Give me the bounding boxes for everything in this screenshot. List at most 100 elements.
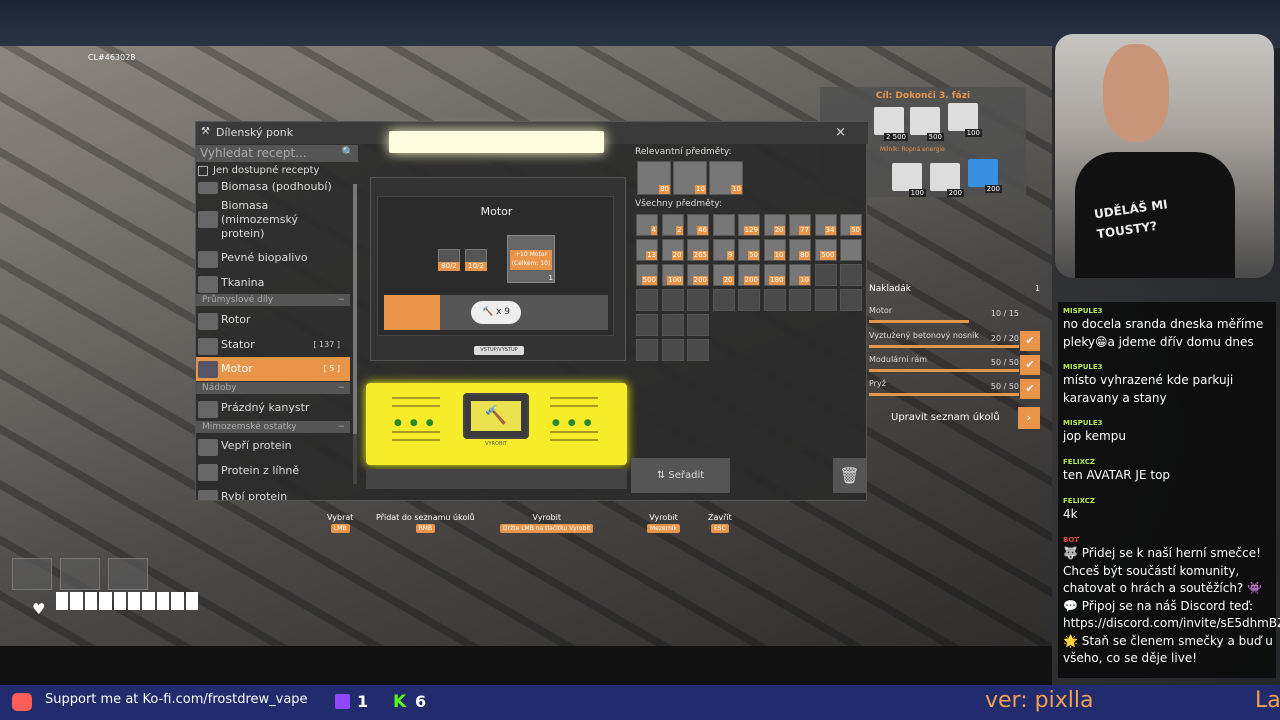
chat-message: FELIXCZ 4k [1063, 497, 1095, 521]
quantity-display: 🔨 x 9 [471, 301, 521, 324]
recipe-item[interactable]: Biomasa (podhoubí) [196, 180, 350, 196]
inventory-slot[interactable]: 100 [661, 264, 684, 286]
inventory-slot[interactable] [636, 339, 658, 361]
close-button[interactable]: × [835, 125, 846, 140]
task-item[interactable]: Modulární rám 50 / 50 [869, 355, 1019, 375]
recipe-item-stator[interactable]: Stator[ 137 ] [196, 334, 350, 356]
relevant-item-slot[interactable]: 10 [673, 161, 707, 195]
inventory-slot[interactable] [687, 289, 709, 311]
ingredient-slot[interactable]: 80/2 [438, 249, 460, 271]
hotbar-slot[interactable] [60, 558, 100, 590]
inventory-slot[interactable]: 13 [636, 239, 658, 261]
recipe-item[interactable]: Tkanina [196, 272, 350, 294]
inventory-slot[interactable]: 50 [738, 239, 760, 261]
inventory-slot[interactable]: 46 [687, 214, 709, 236]
relevant-item-slot[interactable]: 10 [709, 161, 743, 195]
kick-viewer-count: 6 [415, 692, 427, 711]
recipe-item[interactable]: Prázdný kanystr [196, 397, 350, 419]
search-icon[interactable]: 🔍 [342, 147, 354, 158]
inventory-slot[interactable] [661, 289, 684, 311]
ingredient-slot[interactable]: 10/2 [465, 249, 487, 271]
relevant-item-slot[interactable]: 80 [637, 161, 671, 195]
inventory-slot[interactable] [661, 339, 684, 361]
category-containers[interactable]: Nádoby − [196, 382, 350, 394]
trash-icon[interactable]: 🗑 [833, 458, 866, 493]
category-industrial[interactable]: Průmyslové díly − [196, 294, 350, 306]
inventory-slot[interactable] [814, 264, 837, 286]
task-item[interactable]: Pryž 50 / 50 [869, 379, 1019, 399]
hotbar-slot[interactable] [12, 558, 52, 590]
category-alien[interactable]: Mimozemské ostatky − [196, 421, 350, 433]
inventory-slot[interactable] [840, 289, 862, 311]
recipe-item[interactable]: Vepří protein [196, 435, 350, 457]
hotbar-slot[interactable] [108, 558, 148, 590]
output-slot[interactable]: +10 Motor (Celkem: 10) 1 [507, 235, 555, 283]
inventory-slot[interactable]: 10 [789, 264, 811, 286]
inventory-slot[interactable] [712, 214, 735, 236]
inventory-slot[interactable]: 2 [661, 214, 684, 236]
sort-button[interactable]: ⇅ Seřadit [631, 458, 730, 493]
inventory-slot[interactable] [661, 314, 684, 336]
inventory-slot[interactable]: 200 [738, 264, 760, 286]
inventory-slot[interactable] [840, 239, 862, 261]
inventory-slot[interactable]: 77 [789, 214, 811, 236]
inventory-slot[interactable] [712, 289, 735, 311]
goal-item: 100 [892, 163, 926, 197]
available-only-filter[interactable]: Jen dostupné recepty [196, 164, 358, 178]
goal-item: 200 [930, 163, 964, 197]
craft-button[interactable]: 🔨 [463, 393, 529, 439]
recipe-item[interactable]: Pevné biopalivo [196, 247, 350, 269]
inventory-slot[interactable]: 500 [814, 239, 837, 261]
inventory-slot[interactable]: 20 [712, 264, 735, 286]
goal-item: 500 [910, 107, 944, 141]
inventory-slot[interactable] [636, 314, 658, 336]
task-item[interactable]: Vyztužený betonový nosník 20 / 20 [869, 331, 1019, 351]
inventory-slot[interactable]: 129 [738, 214, 760, 236]
milestone-label: Milník: Ropná energie [880, 146, 945, 153]
item-icon [198, 211, 218, 228]
quantity-slider[interactable]: 🔨 x 9 [384, 295, 608, 330]
recipe-item-rotor[interactable]: Rotor [196, 309, 350, 331]
chat-message: MISPULE3 místo vyhrazené kde parkuji kara… [1063, 363, 1234, 405]
scrollbar-thumb[interactable] [353, 184, 357, 434]
inventory-slot[interactable]: 180 [763, 264, 786, 286]
inventory-slot[interactable]: 4 [636, 214, 658, 236]
stripe [550, 405, 598, 407]
inventory-slot[interactable] [687, 314, 709, 336]
indicator-dots: ●●● [552, 418, 600, 428]
inventory-slot[interactable]: 9 [712, 239, 735, 261]
inventory-slot[interactable]: 265 [687, 239, 709, 261]
item-icon [198, 439, 218, 456]
inventory-slot[interactable]: 10 [763, 239, 786, 261]
inventory-slot[interactable] [763, 289, 786, 311]
inventory-slot[interactable]: 80 [789, 239, 811, 261]
recipe-title: Motor [480, 205, 513, 218]
edit-task-list-button[interactable]: Upravit seznam úkolů [891, 412, 1000, 423]
inventory-slot[interactable] [840, 264, 862, 286]
task-list-title: Nakladák [869, 284, 911, 294]
inventory-slot[interactable]: 20 [763, 214, 786, 236]
inventory-slot[interactable] [738, 289, 760, 311]
search-input[interactable]: Vyhledat recept... [196, 145, 358, 162]
task-item[interactable]: Motor 10 / 15 [869, 306, 1019, 326]
inventory-slot[interactable]: 200 [687, 264, 709, 286]
recipe-item-motor[interactable]: Motor[ 5 ] [196, 357, 350, 381]
recipe-item[interactable]: Biomasa (mimozemský protein) [196, 199, 350, 243]
inventory-slot[interactable]: 50 [840, 214, 862, 236]
chat-message: BOT 🐺 Přidej se k naší herní smečce! Chce… [1063, 536, 1280, 665]
recipe-item[interactable]: Protein z líhně [196, 460, 350, 482]
stripe [392, 439, 440, 441]
inventory-slot[interactable] [789, 289, 811, 311]
recipe-item[interactable]: Rybí protein [196, 486, 350, 500]
inventory-slot[interactable]: 500 [636, 264, 658, 286]
checkbox[interactable] [198, 166, 208, 176]
chevron-right-icon[interactable]: › [1018, 407, 1040, 429]
inventory-slot[interactable] [687, 339, 709, 361]
check-icon: ✔ [1020, 355, 1040, 375]
inventory-slot[interactable]: 20 [661, 239, 684, 261]
inventory-slot[interactable]: 34 [814, 214, 837, 236]
hint-craft-space: Vyrobit Mezerník [647, 513, 681, 533]
inventory-slot[interactable] [636, 289, 658, 311]
kofi-link[interactable]: Support me at Ko-fi.com/frostdrew_vape [45, 692, 308, 707]
inventory-slot[interactable] [814, 289, 837, 311]
